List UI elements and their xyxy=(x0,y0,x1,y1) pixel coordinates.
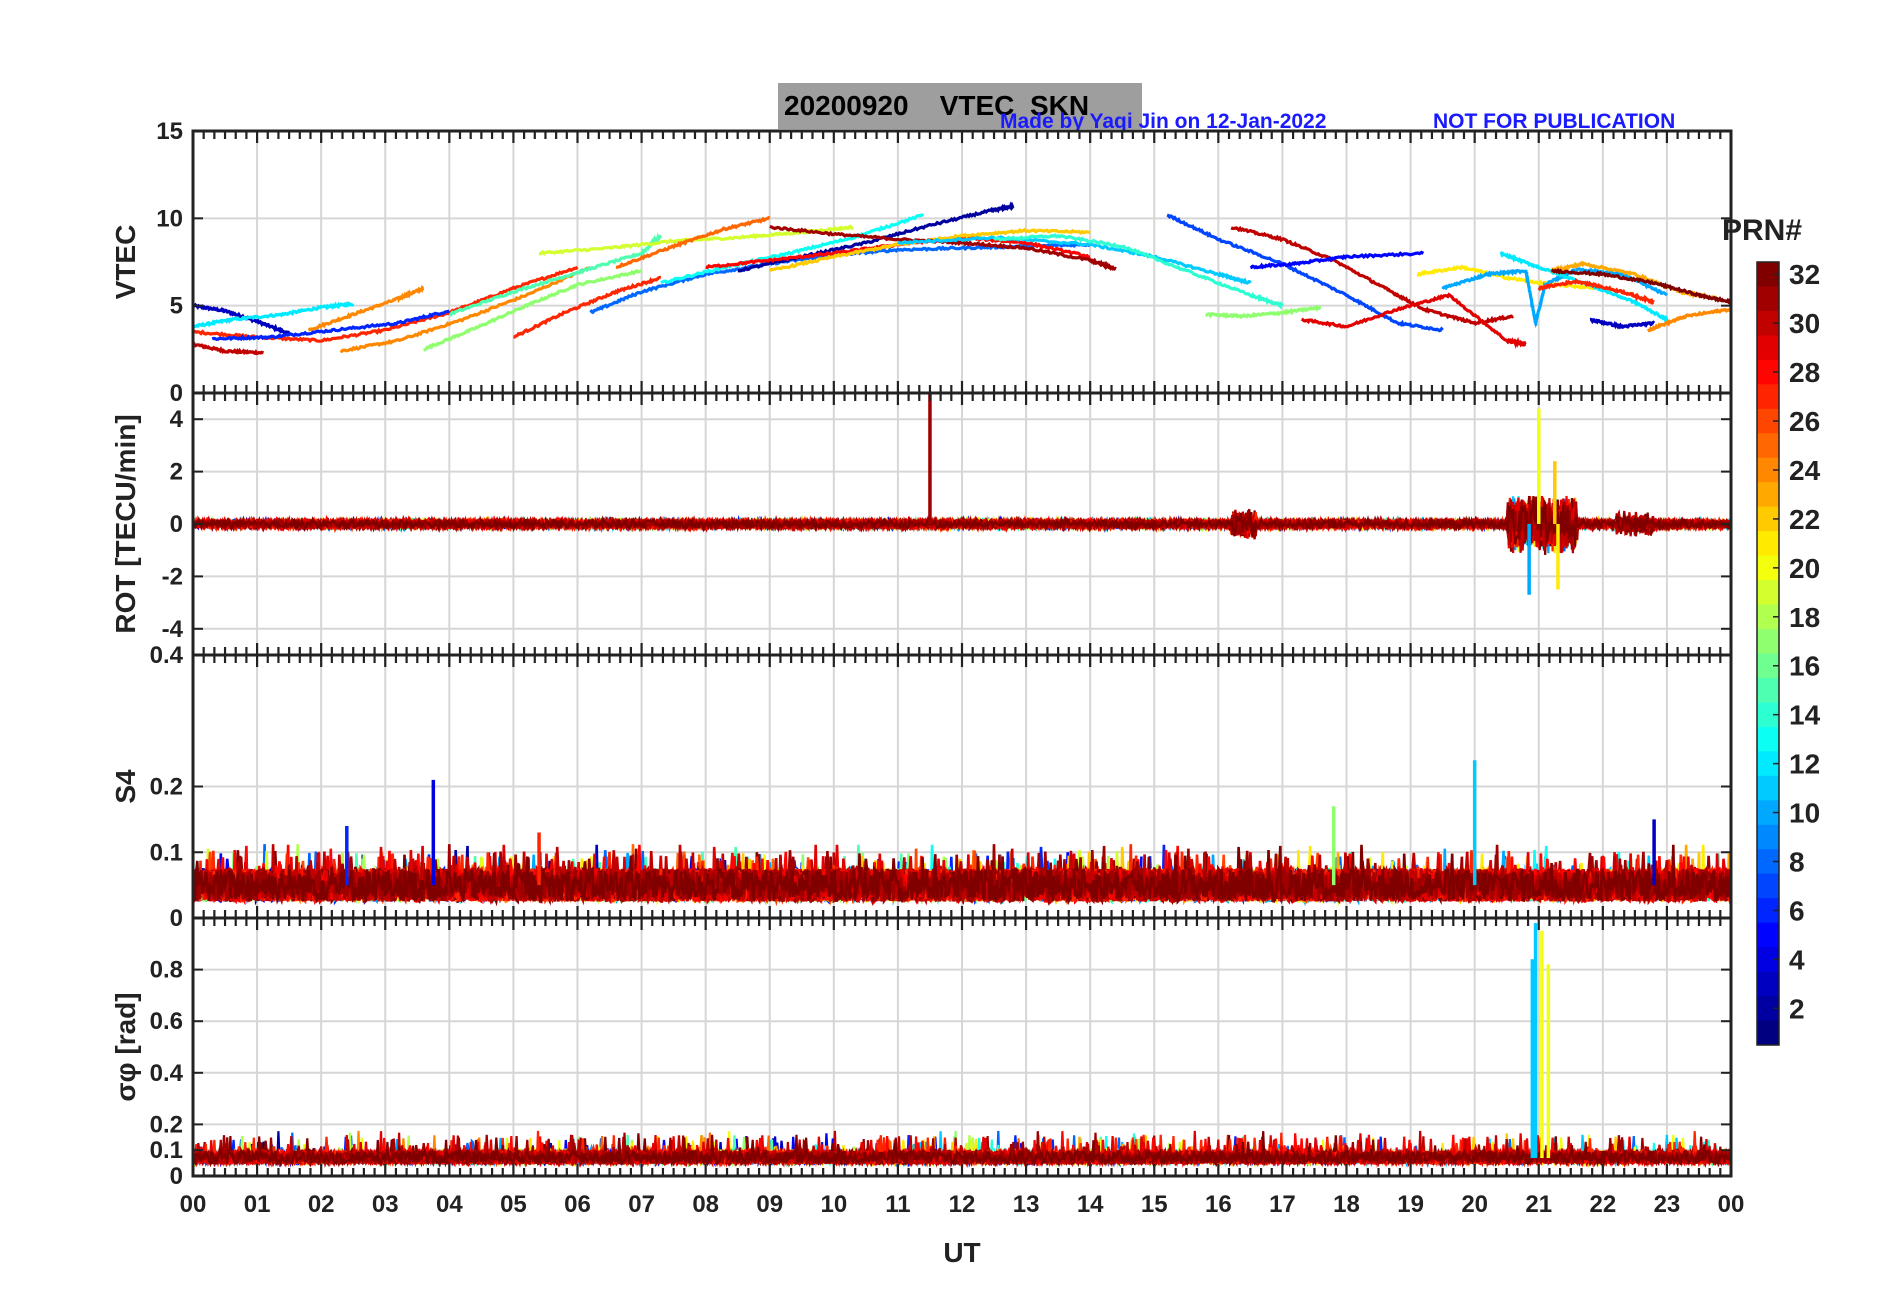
y-tick-label: 15 xyxy=(156,118,183,145)
x-tick-label: 05 xyxy=(500,1191,527,1218)
y-tick-label: 0.1 xyxy=(150,1137,183,1164)
colorbar-band xyxy=(1757,971,1779,997)
panel-rot: 4 2 0 -2 -4 ROT [TECU/min] xyxy=(110,391,1733,657)
colorbar-tick-label: 10 xyxy=(1789,798,1820,829)
x-tick-label: 12 xyxy=(949,1191,976,1218)
x-tick-label: 17 xyxy=(1269,1191,1296,1218)
colorbar-band xyxy=(1757,433,1779,459)
panel-s4: 0.4 0.2 0.1 0 S4 xyxy=(110,642,1733,932)
panel-sigmaphi: 0.8 0.6 0.4 0.20.10 σφ [rad] xyxy=(110,916,1733,1190)
x-tick-label: 02 xyxy=(308,1191,335,1218)
y-tick-label: -4 xyxy=(162,616,184,643)
vtec-series-prn-25 xyxy=(615,215,771,269)
y-axis-label-vtec: VTEC xyxy=(110,225,141,300)
colorbar-band xyxy=(1757,335,1779,361)
x-tick-label: 21 xyxy=(1525,1191,1552,1218)
colorbar-tick-label: 16 xyxy=(1789,651,1820,682)
x-tick-label: 18 xyxy=(1333,1191,1360,1218)
colorbar-tick-label: 12 xyxy=(1789,749,1820,780)
colorbar-tick-label: 30 xyxy=(1789,308,1820,339)
x-tick-label: 04 xyxy=(436,1191,463,1218)
colorbar-tick-label: 2 xyxy=(1789,993,1805,1024)
prn-colorbar: 32 30 28 26 24 22 20 18 16 14 12 10 8 6 4 2 PRN# xyxy=(1722,214,1821,1046)
y-tick-label: 5 xyxy=(170,293,183,320)
grid-vtec xyxy=(193,130,1731,394)
x-tick-label: 00 xyxy=(180,1191,207,1218)
colorbar-band xyxy=(1757,922,1779,948)
panels-group: 151050VTEC420-2-4ROT [TECU/min]0.40.20.1… xyxy=(110,118,1744,1218)
y-tick-label: 0 xyxy=(170,905,183,932)
colorbar-band xyxy=(1757,531,1779,557)
colorbar-band xyxy=(1757,286,1779,312)
x-tick-label: 23 xyxy=(1654,1191,1681,1218)
y-tick-label: 0.1 xyxy=(150,839,183,866)
y-tick-label: 10 xyxy=(156,205,183,232)
colorbar-band xyxy=(1757,677,1779,703)
y-tick-label: 0 xyxy=(170,511,183,538)
colorbar-band xyxy=(1757,629,1779,654)
panel-vtec: 15 10 5 0 VTEC xyxy=(110,118,1733,407)
colorbar-tick-label: 6 xyxy=(1789,895,1805,926)
colorbar-band xyxy=(1757,775,1779,801)
colorbar-tick-label: 18 xyxy=(1789,602,1820,633)
colorbar-tick-label: 14 xyxy=(1789,700,1821,731)
x-tick-label: 00 xyxy=(1718,1191,1745,1218)
x-tick-label: 11 xyxy=(885,1191,910,1218)
colorbar-band xyxy=(1757,873,1779,899)
figure-canvas: 151050VTEC420-2-4ROT [TECU/min]0.40.20.1… xyxy=(110,118,1821,1268)
y-tick-label: 0 xyxy=(170,1163,183,1190)
colorbar-tick-label: 20 xyxy=(1789,553,1820,584)
x-tick-label: 08 xyxy=(692,1191,719,1218)
y-axis-label-rot: ROT [TECU/min] xyxy=(110,414,141,633)
colorbar-band xyxy=(1757,384,1779,410)
vtec-series-prn-17 xyxy=(1204,304,1322,320)
x-tick-label: 15 xyxy=(1141,1191,1168,1218)
x-tick-label: 10 xyxy=(820,1191,847,1218)
x-tick-label: 14 xyxy=(1077,1191,1104,1218)
y-tick-label: 0.2 xyxy=(150,774,183,801)
y-tick-label: 0 xyxy=(170,380,183,407)
colorbar-tick-label: 32 xyxy=(1789,259,1820,290)
colorbar-tick-label: 26 xyxy=(1789,406,1820,437)
x-tick-label: 09 xyxy=(756,1191,783,1218)
grid-sigmaphi xyxy=(193,918,1731,1177)
vtec-series-prn-13 xyxy=(660,213,924,285)
colorbar-band xyxy=(1757,482,1779,508)
colorbar-tick-label: 24 xyxy=(1789,455,1821,486)
vtec-series-prn-30 xyxy=(193,341,264,356)
y-tick-label: 0.8 xyxy=(150,957,183,984)
colorbar-band xyxy=(1757,726,1779,752)
y-tick-label: -2 xyxy=(162,563,183,590)
x-tick-label: 06 xyxy=(564,1191,591,1218)
x-tick-label: 07 xyxy=(628,1191,655,1218)
x-axis-label: UT xyxy=(943,1237,980,1268)
vtec-series-prn-3 xyxy=(1589,317,1656,330)
x-tick-label: 16 xyxy=(1205,1191,1232,1218)
vtec-series-prn-24 xyxy=(1646,307,1731,333)
x-tick-label: 20 xyxy=(1461,1191,1488,1218)
y-tick-label: 0.2 xyxy=(150,1111,183,1138)
y-axis-label-s4: S4 xyxy=(110,769,141,804)
y-tick-label: 0.4 xyxy=(150,642,184,669)
colorbar-band xyxy=(1757,1020,1779,1046)
x-tick-label: 19 xyxy=(1397,1191,1424,1218)
colorbar-tick-label: 4 xyxy=(1789,944,1805,975)
y-tick-label: 2 xyxy=(170,459,183,486)
colorbar-band xyxy=(1757,824,1779,850)
colorbar-tick-label: 28 xyxy=(1789,357,1820,388)
x-tick-label: 13 xyxy=(1013,1191,1040,1218)
x-tick-labels: 00 01 02 03 04 05 06 07 08 09 10 11 12 13 14 15 16 17 18 19… xyxy=(180,1191,1745,1218)
x-tick-label: 22 xyxy=(1589,1191,1616,1218)
colorbar-tick-label: 8 xyxy=(1789,846,1805,877)
vtec-series-prn-27 xyxy=(1537,277,1655,306)
y-tick-label: 0.4 xyxy=(150,1060,184,1087)
y-axis-label-sigmaphi: σφ [rad] xyxy=(110,992,141,1101)
x-tick-label: 03 xyxy=(372,1191,399,1218)
colorbar-label: PRN# xyxy=(1722,214,1802,247)
y-tick-label: 0.6 xyxy=(150,1008,183,1035)
x-tick-label: 01 xyxy=(244,1191,271,1218)
colorbar-tick-label: 22 xyxy=(1789,504,1820,535)
colorbar-band xyxy=(1757,580,1779,606)
y-tick-label: 4 xyxy=(170,406,184,433)
